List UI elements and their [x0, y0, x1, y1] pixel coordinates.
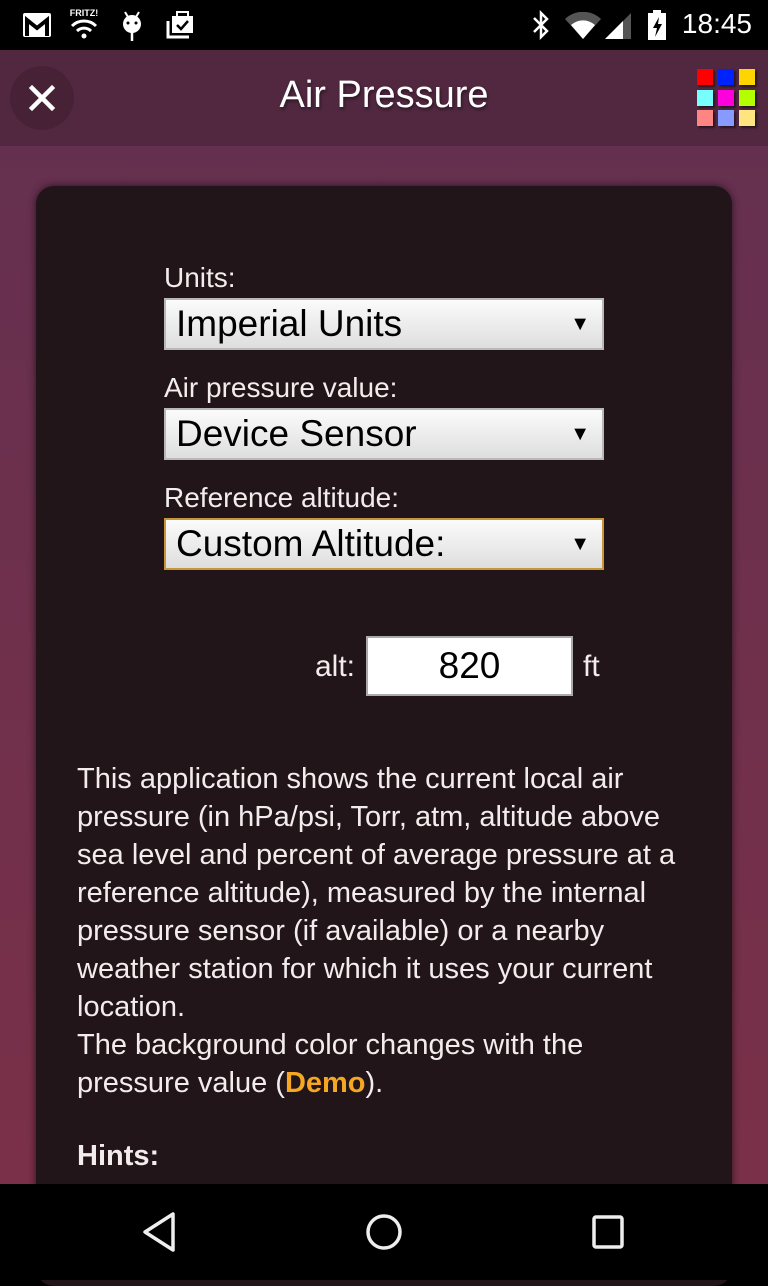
fritz-label: FRITZ! [69, 8, 99, 18]
clock: 18:45 [681, 8, 752, 39]
settings-card: Units: Imperial Units ▼ Air pressure val… [36, 186, 732, 1286]
pressure-source-select[interactable]: Device Sensor ▼ [164, 408, 604, 460]
gmail-icon [23, 13, 51, 37]
palette-swatch [718, 69, 734, 85]
palette-swatch [697, 89, 713, 106]
back-button[interactable] [140, 1208, 180, 1256]
hints-heading: Hints: [77, 1140, 160, 1172]
palette-swatch [718, 89, 734, 106]
units-label: Units: [164, 262, 236, 293]
settings-form: Units: Imperial Units ▼ Air pressure val… [164, 262, 604, 592]
color-palette-button[interactable] [697, 69, 755, 127]
palette-swatch [697, 69, 713, 85]
recents-button[interactable] [590, 1208, 626, 1256]
bluetooth-icon [533, 10, 549, 40]
units-select[interactable]: Imperial Units ▼ [164, 298, 604, 350]
palette-swatch [697, 110, 713, 127]
reference-altitude-select[interactable]: Custom Altitude: ▼ [164, 518, 604, 570]
briefcase-check-icon [166, 11, 193, 39]
palette-swatch [739, 69, 755, 85]
reference-altitude-value: Custom Altitude: [176, 523, 446, 564]
battery-charging-icon [648, 10, 666, 40]
page-title: Air Pressure [279, 74, 489, 116]
pressure-source-label: Air pressure value: [164, 372, 398, 403]
home-button[interactable] [364, 1208, 404, 1256]
palette-swatch [739, 89, 755, 106]
description-text-3: ). [365, 1067, 384, 1099]
navigation-bar [0, 1184, 768, 1280]
description-text: This application shows the current local… [77, 763, 676, 1023]
units-value: Imperial Units [176, 303, 403, 344]
palette-swatch [739, 110, 755, 127]
altitude-label: alt: [315, 650, 356, 683]
description: This application shows the current local… [77, 760, 697, 1102]
fritz-wifi-icon: FRITZ! [67, 8, 101, 45]
reference-altitude-label: Reference altitude: [164, 482, 400, 513]
demo-link[interactable]: Demo [285, 1067, 366, 1099]
cell-signal-icon [605, 13, 631, 39]
android-debug-icon [123, 11, 141, 41]
altitude-row: alt: 820 ft [36, 636, 732, 696]
chevron-down-icon: ▼ [570, 423, 590, 445]
wifi-icon [565, 12, 601, 39]
altitude-input[interactable]: 820 [366, 636, 573, 696]
content-area: Units: Imperial Units ▼ Air pressure val… [0, 146, 768, 1286]
palette-swatch [718, 110, 734, 127]
pressure-source-value: Device Sensor [176, 413, 417, 454]
status-bar: FRITZ! 18:45 [0, 0, 768, 50]
altitude-unit: ft [583, 650, 600, 683]
chevron-down-icon: ▼ [570, 313, 590, 335]
chevron-down-icon: ▼ [570, 533, 590, 555]
